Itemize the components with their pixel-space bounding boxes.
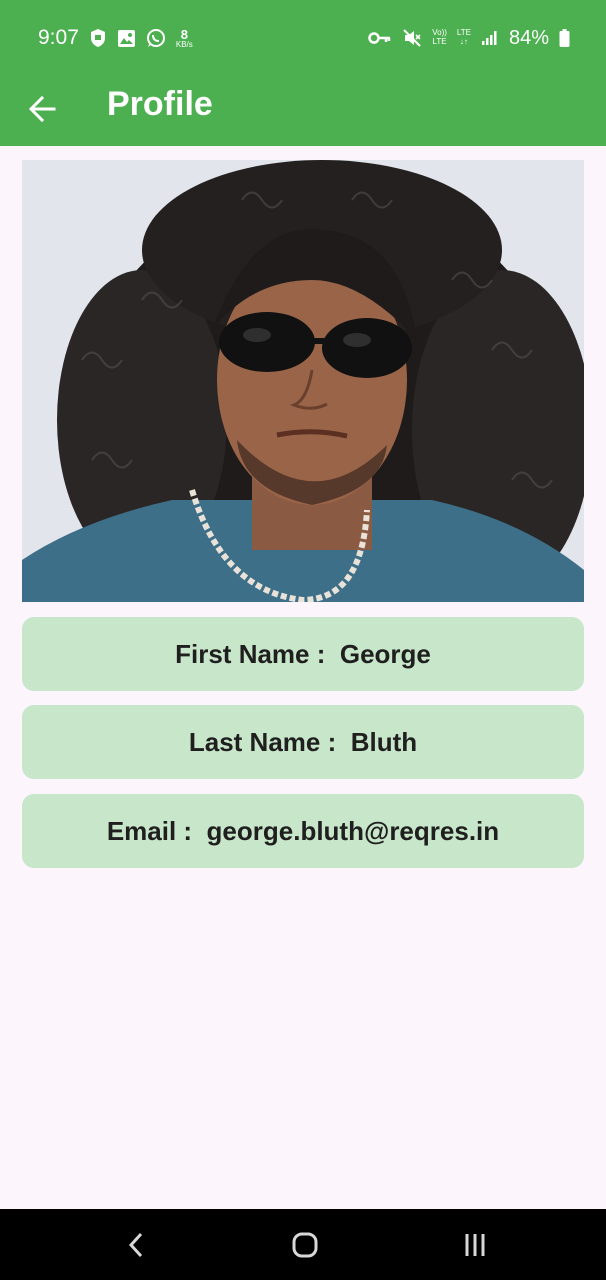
nav-recents-button[interactable] <box>457 1227 493 1263</box>
shield-icon <box>89 28 107 48</box>
first-name-label: First Name : <box>175 638 326 669</box>
status-bar: 9:07 8 KB/s Vo)) LTE LTE ↓↑ 84% <box>0 0 606 76</box>
nav-back-button[interactable] <box>118 1227 154 1263</box>
network-speed: 8 KB/s <box>176 28 193 49</box>
lte-indicator: LTE ↓↑ <box>457 28 471 47</box>
back-button[interactable] <box>22 89 62 129</box>
status-bar-left: 9:07 8 KB/s <box>38 26 193 50</box>
first-name-card: First Name : George <box>22 617 584 691</box>
app-bar: Profile <box>0 76 606 146</box>
network-speed-unit: KB/s <box>175 39 193 49</box>
lte-bottom: ↓↑ <box>459 37 468 46</box>
system-nav-bar <box>0 1209 606 1280</box>
vpn-key-icon <box>368 31 392 45</box>
signal-icon <box>481 30 499 46</box>
email-card: Email : george.bluth@reqres.in <box>22 794 584 868</box>
mute-icon <box>402 28 422 48</box>
email-label: Email : <box>106 815 193 846</box>
gallery-icon <box>117 29 136 48</box>
first-name-value: George <box>339 638 431 669</box>
network-speed-value: 8 <box>180 26 188 42</box>
battery-level: 84% <box>508 26 549 49</box>
last-name-value: Bluth <box>350 726 418 757</box>
profile-photo <box>22 160 584 602</box>
arrow-left-icon <box>28 95 56 123</box>
volte-indicator: Vo)) LTE <box>432 28 447 47</box>
last-name-label: Last Name : <box>188 726 337 757</box>
nav-home-button[interactable] <box>287 1227 323 1263</box>
battery-icon <box>559 29 570 47</box>
home-nav-icon <box>292 1232 318 1258</box>
volte-bottom: LTE <box>432 37 447 46</box>
email-value: george.bluth@reqres.in <box>206 815 500 846</box>
status-bar-right: Vo)) LTE LTE ↓↑ 84% <box>368 27 570 50</box>
back-nav-icon <box>128 1232 143 1258</box>
whatsapp-icon <box>146 28 166 48</box>
page-title: Profile <box>107 85 213 123</box>
status-time: 9:07 <box>38 26 79 49</box>
recents-nav-icon <box>465 1234 485 1256</box>
last-name-card: Last Name : Bluth <box>22 705 584 779</box>
